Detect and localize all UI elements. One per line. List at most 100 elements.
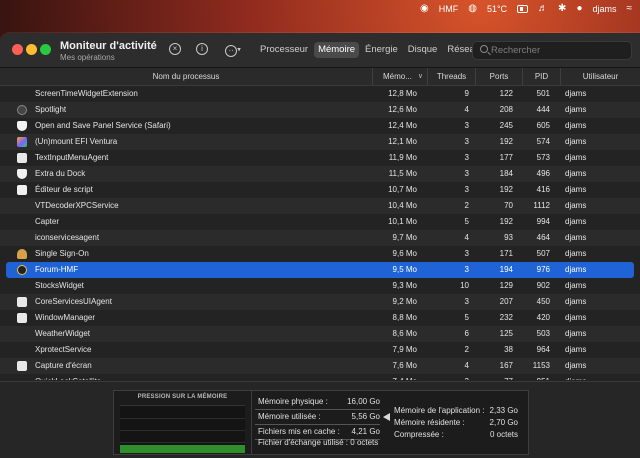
process-name: CoreServicesUIAgent <box>35 297 112 306</box>
bluetooth-icon[interactable]: ✱ <box>558 0 566 17</box>
column-header-name[interactable]: Nom du processus <box>0 68 372 85</box>
table-row-selected[interactable]: Forum-HMF 9,5 Mo 3 194 976 djams <box>6 262 634 278</box>
menubar-user[interactable]: djams <box>592 0 616 17</box>
shield-icon <box>17 169 27 179</box>
stat-swap-used: Fichier d'échange utilisé : 0 octets <box>258 438 378 447</box>
process-user: djams <box>565 105 587 114</box>
stop-process-button[interactable]: × <box>169 43 183 57</box>
table-row[interactable]: Capture d'écran 7,6 Mo 4 167 1153 djams <box>0 358 640 374</box>
table-row[interactable]: StocksWidget 9,3 Mo 10 129 902 djams <box>0 278 640 294</box>
menubar-app-name[interactable]: HMF <box>439 0 459 17</box>
generic-app-icon <box>17 313 27 323</box>
process-memory: 10,4 Mo <box>388 201 417 210</box>
user-icon[interactable]: ● <box>576 0 582 17</box>
table-row[interactable]: WeatherWidget 8,6 Mo 6 125 503 djams <box>0 326 640 342</box>
gauge-icon[interactable]: ◍ <box>468 0 477 17</box>
process-pid: 574 <box>536 137 550 146</box>
column-header-threads[interactable]: Threads <box>427 68 475 85</box>
menubar-temperature[interactable]: 51°C <box>487 0 507 17</box>
process-ports: 192 <box>499 137 513 146</box>
minimize-window-button[interactable] <box>26 44 37 55</box>
app-icon-color <box>17 137 27 147</box>
table-row[interactable]: XprotectService 7,9 Mo 2 38 964 djams <box>0 342 640 358</box>
process-threads: 3 <box>427 374 469 380</box>
table-row[interactable]: Single Sign-On 9,6 Mo 3 171 507 djams <box>0 246 640 262</box>
process-user: djams <box>565 201 587 210</box>
process-memory: 9,5 Mo <box>392 265 417 274</box>
process-name: Capture d'écran <box>35 361 92 370</box>
stat-compressed-memory: Compressée : 0 octets <box>394 429 522 441</box>
process-name: Open and Save Panel Service (Safari) <box>35 121 171 130</box>
process-name: ScreenTimeWidgetExtension <box>35 89 138 98</box>
process-pid: 573 <box>536 153 550 162</box>
process-threads: 2 <box>464 201 469 210</box>
table-row[interactable]: Open and Save Panel Service (Safari) 12,4… <box>0 118 640 134</box>
process-threads: 3 <box>464 169 469 178</box>
table-row[interactable]: iconservicesagent 9,7 Mo 4 93 464 djams <box>0 230 640 246</box>
process-name: WindowManager <box>35 313 96 322</box>
process-memory: 9,6 Mo <box>392 249 417 258</box>
process-table[interactable]: ScreenTimeWidgetExtension 12,8 Mo 9 122 501 d… <box>0 86 640 380</box>
table-row[interactable]: ScreenTimeWidgetExtension 12,8 Mo 9 122 501 d… <box>0 86 640 102</box>
table-row[interactable]: VTDecoderXPCService 10,4 Mo 2 70 1112 djams <box>0 198 640 214</box>
stat-app-memory: Mémoire de l'application : 2,33 Go <box>394 405 522 417</box>
search-input[interactable] <box>491 43 629 58</box>
memory-breakdown: Mémoire de l'application : 2,33 Go Mémoi… <box>394 405 522 441</box>
tab-memoire[interactable]: Mémoire <box>314 42 360 58</box>
close-window-button[interactable] <box>12 44 23 55</box>
column-header-pid[interactable]: PID <box>522 68 560 85</box>
camera-icon[interactable]: ◉ <box>420 0 429 17</box>
process-pid: 444 <box>536 105 550 114</box>
table-header: Nom du processus Mémo... ∨ Threads Ports… <box>0 68 640 86</box>
wifi-icon[interactable]: ≈ <box>627 0 633 17</box>
cached-files-label: Fichiers mis en cache : <box>258 427 340 436</box>
column-header-user[interactable]: Utilisateur <box>560 68 640 85</box>
app-memory-value: 2,33 Go <box>489 406 518 415</box>
process-threads: 4 <box>464 361 469 370</box>
tab-energie[interactable]: Énergie <box>361 42 402 58</box>
table-row[interactable]: Spotlight 12,6 Mo 4 208 444 djams <box>0 102 640 118</box>
process-ports: 177 <box>499 153 513 162</box>
memory-stats: Mémoire physique : 16,00 Go Mémoire util… <box>255 395 390 440</box>
sort-descending-icon: ∨ <box>417 73 423 80</box>
inspect-process-button[interactable]: i <box>196 43 210 57</box>
table-row[interactable]: CoreServicesUIAgent 9,2 Mo 3 207 450 djams <box>0 294 640 310</box>
table-row[interactable]: (Un)mount EFI Ventura 12,1 Mo 3 192 574 djams <box>0 134 640 150</box>
tab-disque[interactable]: Disque <box>404 42 442 58</box>
stat-wired-memory: Mémoire résidente : 2,70 Go <box>394 417 522 429</box>
used-memory-pointer-icon <box>383 413 390 421</box>
process-ports: 38 <box>504 345 513 354</box>
table-row[interactable]: Éditeur de script 10,7 Mo 3 192 416 djams <box>0 182 640 198</box>
process-ports: 208 <box>499 105 513 114</box>
table-row[interactable]: Capter 10,1 Mo 5 192 994 djams <box>0 214 640 230</box>
column-header-memory[interactable]: Mémo... ∨ <box>372 68 427 85</box>
tab-processeur[interactable]: Processeur <box>256 42 312 58</box>
search-icon <box>480 45 488 53</box>
pressure-gridline <box>120 430 245 431</box>
app-memory-label: Mémoire de l'application : <box>394 406 485 415</box>
process-pid: 496 <box>536 169 550 178</box>
process-name: WeatherWidget <box>35 329 90 338</box>
toolbar: Moniteur d'activité Mes opérations × i ·… <box>0 33 640 68</box>
table-row[interactable]: TextInputMenuAgent 11,9 Mo 3 177 573 djams <box>0 150 640 166</box>
physical-memory-label: Mémoire physique : <box>258 397 328 406</box>
process-pid: 420 <box>536 313 550 322</box>
volume-icon[interactable]: ♬ <box>538 0 548 17</box>
table-row[interactable]: QuickLookSatellite 7,4 Mo 3 77 951 djams <box>0 374 640 380</box>
process-memory: 9,7 Mo <box>392 233 417 242</box>
process-memory: 9,2 Mo <box>392 297 417 306</box>
window-subtitle[interactable]: Mes opérations <box>60 53 115 62</box>
battery-icon[interactable] <box>517 0 529 17</box>
zoom-window-button[interactable] <box>40 44 51 55</box>
process-pid: 902 <box>536 281 550 290</box>
table-row[interactable]: Extra du Dock 11,5 Mo 3 184 496 djams <box>0 166 640 182</box>
column-header-ports[interactable]: Ports <box>475 68 522 85</box>
table-row[interactable]: WindowManager 8,8 Mo 5 232 420 djams <box>0 310 640 326</box>
process-threads: 3 <box>464 185 469 194</box>
process-ports: 184 <box>499 169 513 178</box>
process-name: QuickLookSatellite <box>35 374 101 380</box>
process-threads: 3 <box>464 153 469 162</box>
stop-icon: × <box>169 43 181 55</box>
more-actions-button[interactable]: ·· ▾ <box>222 43 244 57</box>
search-field[interactable] <box>472 41 632 60</box>
